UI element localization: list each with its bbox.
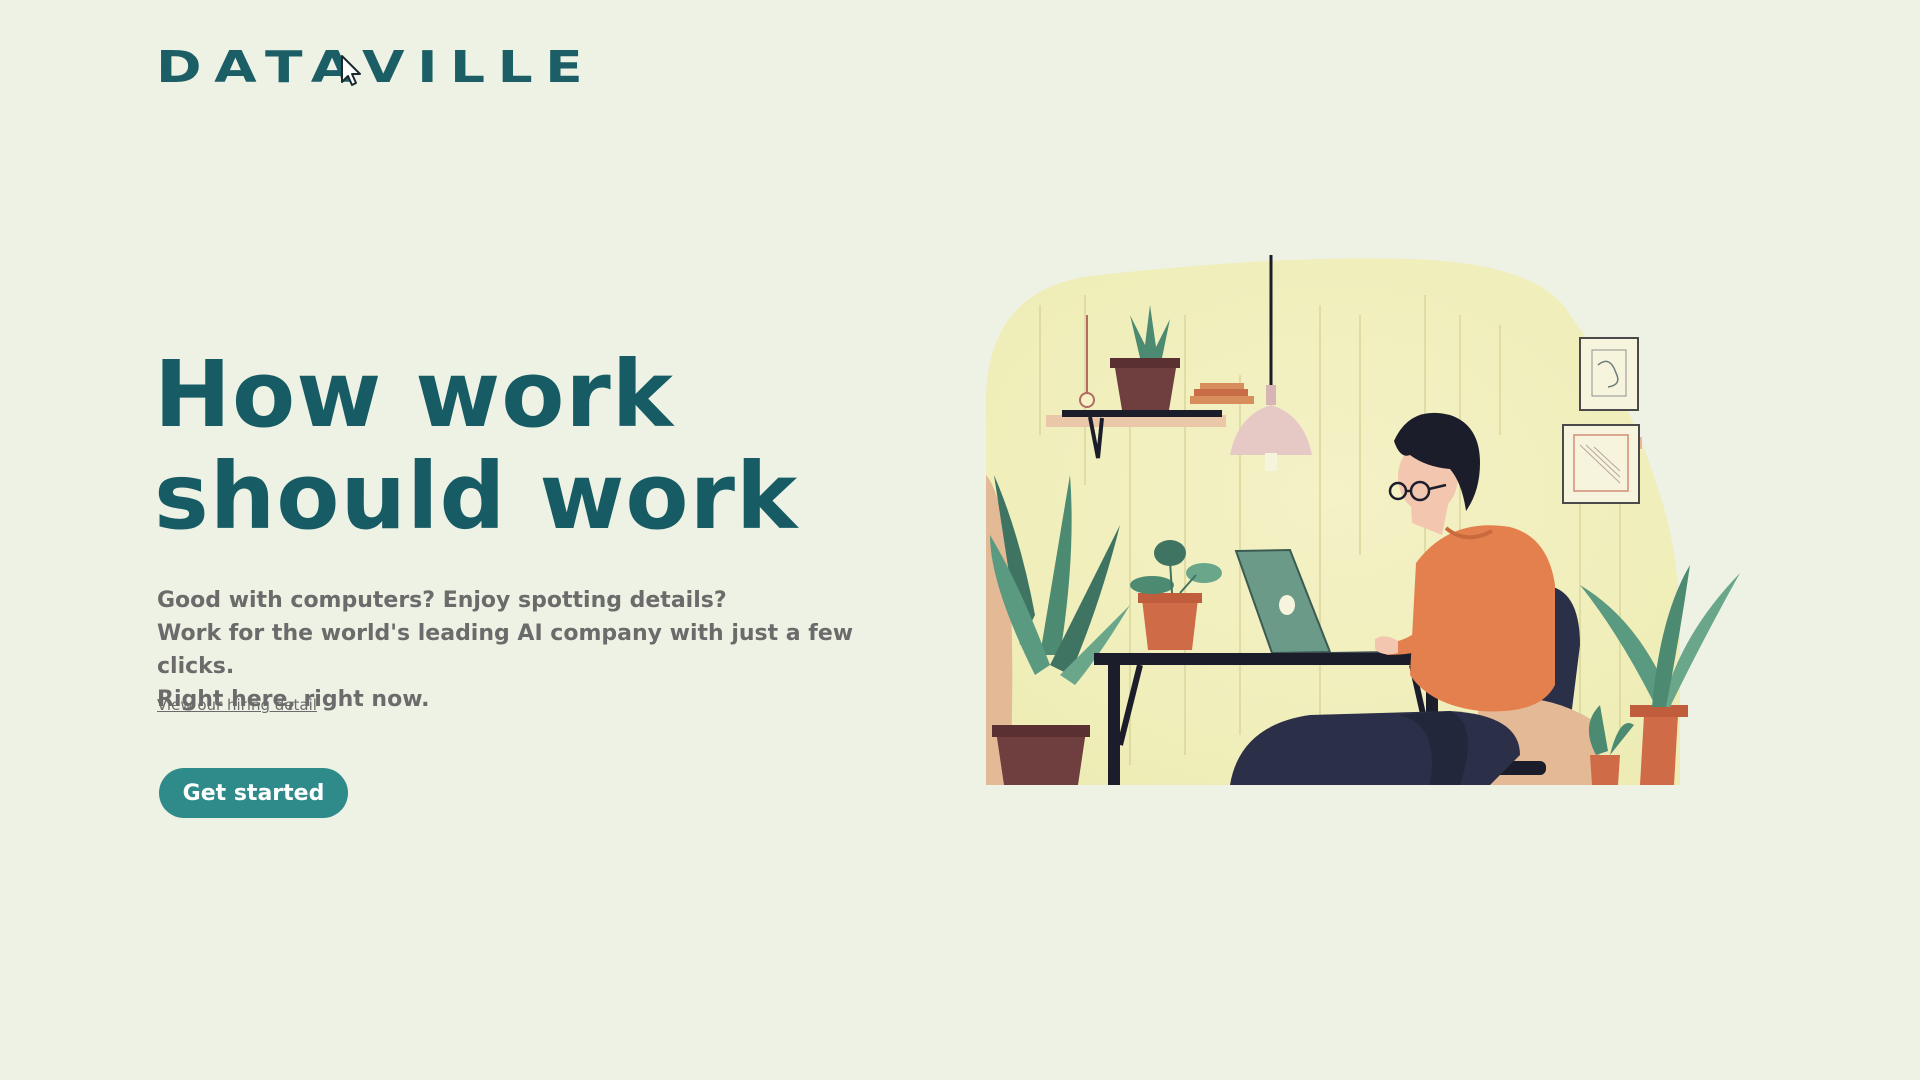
landing-page: DATAVILLE How work should work Good with…: [0, 0, 1920, 1080]
subtitle-line-2: Work for the world's leading AI company …: [157, 621, 854, 679]
page-title: How work should work: [154, 344, 914, 548]
hiring-detail-link[interactable]: View our hiring detail: [157, 696, 317, 714]
headline-line-1: How work: [154, 341, 674, 448]
get-started-button[interactable]: Get started: [159, 768, 348, 818]
wall-background: [986, 258, 1680, 785]
desk-top: [1094, 653, 1452, 665]
shelf: [1062, 410, 1222, 417]
logo-text: DATAVILLE: [156, 42, 596, 93]
picture-frame-1: [1579, 337, 1639, 411]
cursor-arrow-icon: [341, 55, 361, 86]
headline-line-2: should work: [154, 443, 799, 550]
subtitle-line-1: Good with computers? Enjoy spotting deta…: [157, 588, 727, 613]
logo[interactable]: DATAVILLE: [156, 44, 583, 92]
person-working-on-laptop-illustration: [986, 255, 1740, 785]
